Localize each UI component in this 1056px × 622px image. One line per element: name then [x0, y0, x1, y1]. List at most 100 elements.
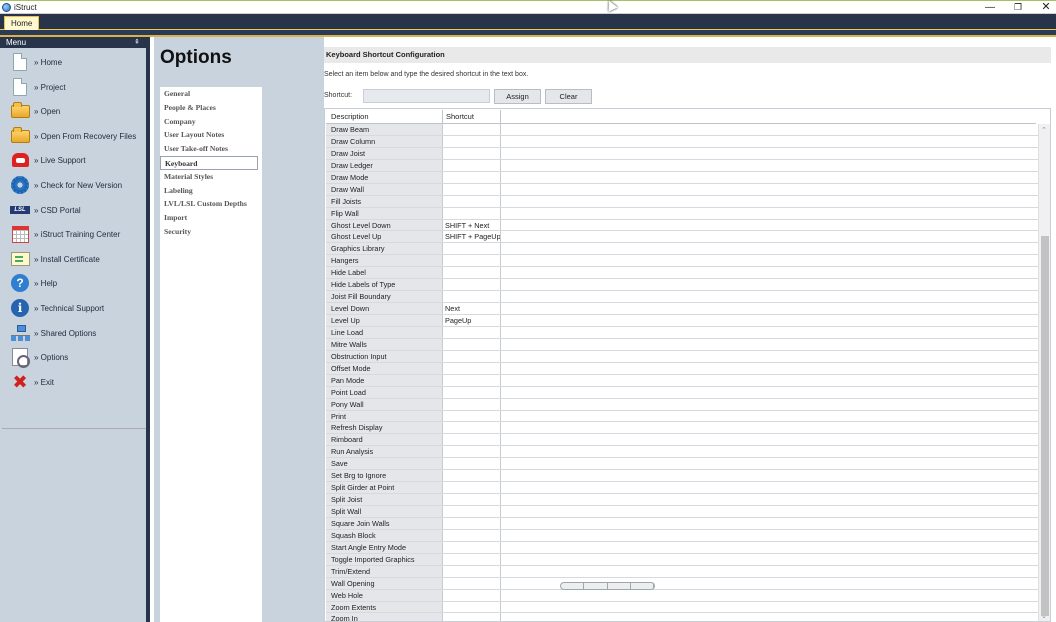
- column-header-description[interactable]: Description: [326, 110, 443, 123]
- cell-shortcut[interactable]: [443, 446, 501, 458]
- table-row[interactable]: Draw Beam: [326, 124, 1038, 136]
- clear-button[interactable]: Clear: [545, 89, 592, 104]
- cell-description[interactable]: Print: [326, 410, 443, 422]
- table-row[interactable]: Run Analysis: [326, 446, 1038, 459]
- cell-shortcut[interactable]: [443, 279, 501, 291]
- cell-shortcut[interactable]: [443, 124, 501, 135]
- options-nav-material-styles[interactable]: Material Styles: [160, 170, 262, 184]
- options-nav-security[interactable]: Security: [160, 225, 262, 239]
- cell-description[interactable]: Draw Wall: [326, 183, 443, 195]
- table-row[interactable]: Level Up PageUp: [326, 315, 1038, 327]
- menu-item-home[interactable]: » Home: [10, 51, 146, 73]
- cell-shortcut[interactable]: [443, 458, 501, 470]
- table-row[interactable]: Toggle Imported Graphics: [326, 553, 1038, 566]
- options-nav-user-takeoff-notes[interactable]: User Take-off Notes: [160, 142, 262, 156]
- cell-description[interactable]: Save: [326, 458, 443, 470]
- cell-shortcut[interactable]: [443, 195, 501, 207]
- shortcut-input[interactable]: [363, 89, 490, 103]
- menu-item-technical-support[interactable]: i » Technical Support: [10, 297, 146, 319]
- menu-item-project[interactable]: » Project: [10, 76, 146, 98]
- cell-shortcut[interactable]: SHIFT + PageUp: [443, 231, 501, 243]
- table-row[interactable]: Point Load: [326, 386, 1038, 399]
- options-nav-lvl-lsl-depths[interactable]: LVL/LSL Custom Depths: [160, 197, 262, 211]
- cell-shortcut[interactable]: [443, 601, 501, 613]
- cell-shortcut[interactable]: Next: [443, 303, 501, 314]
- cell-description[interactable]: Ghost Level Down: [326, 219, 443, 231]
- minimize-button[interactable]: —: [975, 1, 1005, 14]
- cell-description[interactable]: Web Hole: [326, 589, 443, 601]
- menu-item-check-version[interactable]: » Check for New Version: [10, 174, 146, 196]
- table-row[interactable]: Pony Wall: [326, 398, 1038, 411]
- cell-description[interactable]: Joist Fill Boundary: [326, 291, 443, 303]
- options-nav-people-places[interactable]: People & Places: [160, 101, 262, 115]
- menu-item-open-recovery[interactable]: » Open From Recovery Files: [10, 125, 146, 147]
- table-row[interactable]: Web Hole: [326, 589, 1038, 602]
- table-row[interactable]: Hangers: [326, 255, 1038, 268]
- table-row[interactable]: Zoom In: [326, 613, 1038, 621]
- cell-shortcut[interactable]: [443, 338, 501, 350]
- cell-description[interactable]: Offset Mode: [326, 362, 443, 374]
- cell-shortcut[interactable]: [443, 398, 501, 410]
- column-header-shortcut[interactable]: Shortcut: [443, 110, 501, 123]
- cell-shortcut[interactable]: [443, 291, 501, 303]
- cell-shortcut[interactable]: [443, 147, 501, 159]
- cell-shortcut[interactable]: [443, 470, 501, 482]
- menu-item-shared-options[interactable]: » Shared Options: [10, 322, 146, 344]
- table-row[interactable]: Zoom Extents: [326, 601, 1038, 614]
- table-row[interactable]: Hide Label: [326, 267, 1038, 280]
- menu-item-training-center[interactable]: » iStruct Training Center: [10, 223, 146, 245]
- menu-item-install-certificate[interactable]: » Install Certificate: [10, 248, 146, 270]
- table-row[interactable]: Draw Ledger: [326, 159, 1038, 172]
- cell-shortcut[interactable]: [443, 565, 501, 577]
- options-nav-company[interactable]: Company: [160, 115, 262, 129]
- cell-description[interactable]: Wall Opening: [326, 577, 443, 589]
- cell-description[interactable]: Refresh Display: [326, 422, 443, 434]
- options-nav-import[interactable]: Import: [160, 211, 262, 225]
- options-nav-labeling[interactable]: Labeling: [160, 184, 262, 198]
- cell-shortcut[interactable]: [443, 207, 501, 219]
- cell-shortcut[interactable]: [443, 613, 501, 621]
- navigation-control[interactable]: [560, 582, 655, 590]
- cell-shortcut[interactable]: [443, 159, 501, 171]
- vertical-scrollbar[interactable]: ⌃ ⌄: [1038, 124, 1050, 621]
- table-row[interactable]: Set Brg to Ignore: [326, 470, 1038, 483]
- menu-item-csd-portal[interactable]: LSL » CSD Portal: [10, 199, 146, 221]
- cell-description[interactable]: Hide Label: [326, 267, 443, 279]
- cell-description[interactable]: Obstruction Input: [326, 350, 443, 362]
- table-row[interactable]: Mitre Walls: [326, 338, 1038, 351]
- cell-description[interactable]: Zoom Extents: [326, 601, 443, 613]
- cell-description[interactable]: Fill Joists: [326, 195, 443, 207]
- cell-description[interactable]: Split Joist: [326, 494, 443, 505]
- cell-description[interactable]: Draw Column: [326, 135, 443, 147]
- cell-description[interactable]: Squash Block: [326, 529, 443, 541]
- table-row[interactable]: Square Join Walls: [326, 517, 1038, 530]
- cell-description[interactable]: Draw Ledger: [326, 159, 443, 171]
- cell-description[interactable]: Point Load: [326, 386, 443, 398]
- table-row[interactable]: Ghost Level Up SHIFT + PageUp: [326, 231, 1038, 244]
- cell-description[interactable]: Split Girder at Point: [326, 482, 443, 494]
- cell-shortcut[interactable]: [443, 577, 501, 589]
- scrollbar-thumb[interactable]: [1041, 236, 1049, 616]
- cell-shortcut[interactable]: [443, 350, 501, 362]
- cell-description[interactable]: Zoom In: [326, 613, 443, 621]
- cell-description[interactable]: Level Down: [326, 303, 443, 314]
- cell-description[interactable]: Ghost Level Up: [326, 231, 443, 243]
- cell-shortcut[interactable]: [443, 171, 501, 183]
- cell-description[interactable]: Rimboard: [326, 434, 443, 446]
- cell-description[interactable]: Line Load: [326, 326, 443, 338]
- table-row[interactable]: Split Joist: [326, 494, 1038, 506]
- cell-description[interactable]: Graphics Library: [326, 243, 443, 255]
- options-nav-keyboard[interactable]: Keyboard: [160, 155, 258, 170]
- cell-shortcut[interactable]: [443, 135, 501, 147]
- table-row[interactable]: Print: [326, 410, 1038, 423]
- scroll-up-icon[interactable]: ⌃: [1041, 126, 1047, 134]
- cell-description[interactable]: Draw Mode: [326, 171, 443, 183]
- cell-description[interactable]: Level Up: [326, 315, 443, 326]
- table-row[interactable]: Save: [326, 458, 1038, 471]
- cell-description[interactable]: Run Analysis: [326, 446, 443, 458]
- cell-shortcut[interactable]: [443, 494, 501, 505]
- menu-item-options[interactable]: » Options: [10, 346, 146, 368]
- cell-description[interactable]: Split Wall: [326, 506, 443, 517]
- cell-shortcut[interactable]: [443, 374, 501, 386]
- pin-icon[interactable]: ⇞: [134, 37, 140, 48]
